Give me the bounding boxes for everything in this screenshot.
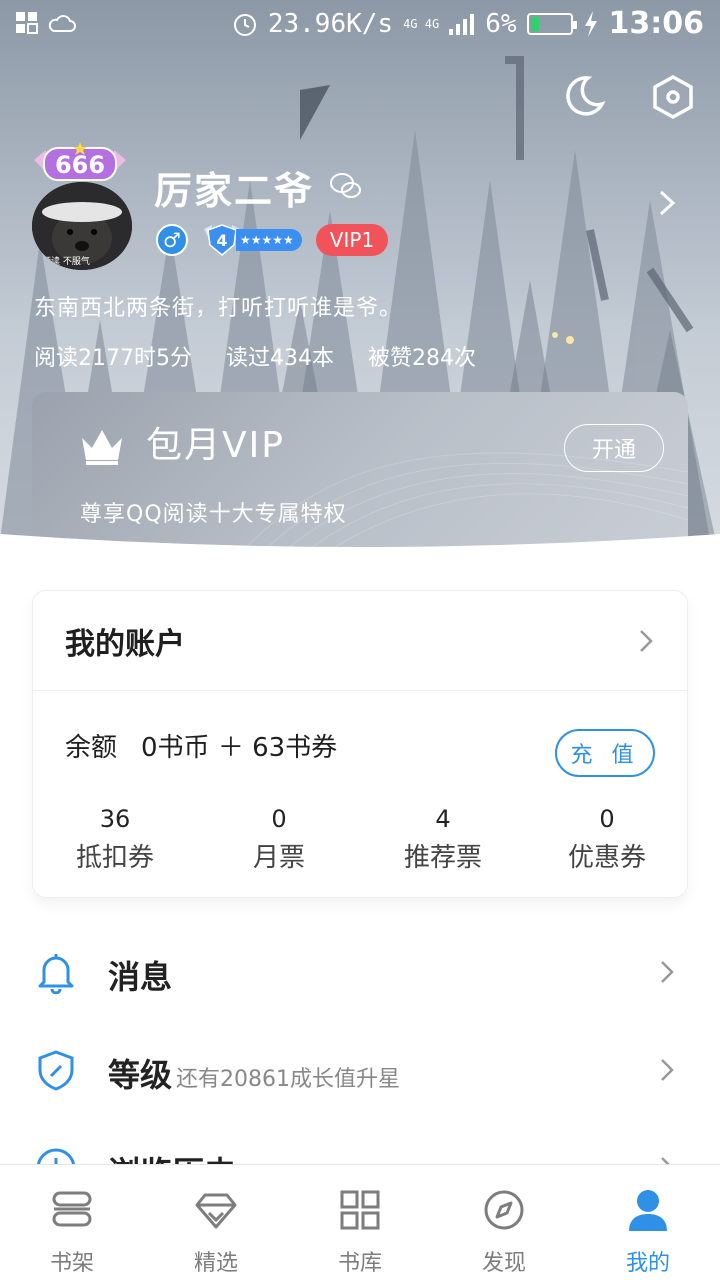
apps-grid-icon	[16, 12, 38, 34]
bell-icon	[38, 954, 74, 994]
tab-label: 发现	[481, 1251, 526, 1276]
chevron-right-icon	[640, 630, 653, 652]
grid-icon	[340, 1190, 380, 1230]
avatar-badge-text: 666	[55, 151, 105, 179]
account-card: 我的账户 余额 0书币 ＋ 63书券 充 值 36 抵扣券 0 月票 4 推荐票…	[32, 590, 688, 898]
gender-male-icon: ♂	[156, 224, 188, 256]
bookshelf-icon	[52, 1191, 92, 1227]
stat-read-time: 阅读2177时5分	[34, 346, 192, 371]
tab-label: 书库	[337, 1251, 382, 1276]
account-header[interactable]: 我的账户	[33, 591, 687, 691]
chevron-right-icon	[661, 1059, 674, 1081]
account-item-label: 推荐票	[403, 843, 482, 873]
tab-label: 书架	[49, 1251, 94, 1276]
wechat-icon	[330, 173, 361, 198]
avatar-666-badge: 666	[30, 142, 130, 186]
account-item-label: 月票	[252, 843, 305, 873]
network-type: 4G 4G	[403, 16, 440, 31]
tab-label: 我的	[625, 1251, 670, 1276]
shield-level-icon	[38, 1050, 74, 1091]
username[interactable]: 厉家二爷	[154, 160, 314, 215]
tab-label: 精选	[193, 1251, 238, 1276]
menu-row-level[interactable]: 等级 还有20861成长值升星	[0, 1024, 720, 1114]
tab-library[interactable]: 书库	[288, 1165, 432, 1280]
tab-featured[interactable]: 精选	[144, 1165, 288, 1280]
menu-row-messages[interactable]: 消息	[0, 928, 720, 1018]
tab-mine[interactable]: 我的	[576, 1165, 720, 1280]
diamond-icon	[195, 1193, 237, 1229]
vip-level-badge[interactable]: VIP1	[315, 224, 389, 256]
header-curve	[0, 534, 720, 580]
account-item-number: 36	[99, 805, 131, 833]
account-item-recommend-tickets[interactable]: 4 推荐票	[361, 805, 525, 874]
balance-label: 余额	[65, 733, 118, 763]
vip-open-button[interactable]: 开通	[564, 424, 664, 472]
level-badge[interactable]: 4 ★★★★★	[202, 224, 302, 256]
account-item-discount-coupons[interactable]: 0 优惠券	[525, 805, 689, 874]
compass-icon	[484, 1190, 524, 1230]
bottom-tab-bar: 书架 精选 书库 发现 我的	[0, 1164, 720, 1280]
alarm-icon	[233, 13, 256, 36]
profile-stats: 阅读2177时5分 读过434本 被赞284次	[34, 340, 476, 372]
account-item-number: 4	[435, 805, 451, 833]
tab-bookshelf[interactable]: 书架	[0, 1165, 144, 1280]
account-item-number: 0	[599, 805, 615, 833]
recharge-button[interactable]: 充 值	[555, 729, 655, 777]
account-title: 我的账户	[65, 626, 185, 662]
account-balance: 余额 0书币 ＋ 63书券	[65, 727, 337, 764]
chevron-right-icon	[661, 961, 674, 983]
vip-title: 包月VIP	[146, 425, 285, 466]
battery-percent: 6%	[485, 8, 517, 39]
clock: 13:06	[608, 6, 705, 41]
level-number: 4	[216, 231, 227, 250]
stat-books-read: 读过434本	[226, 346, 334, 371]
crown-icon	[82, 430, 122, 465]
avatar[interactable]: 洒读 不服气 666	[26, 142, 138, 270]
avatar-caption: 洒读 不服气	[42, 257, 90, 267]
tab-discover[interactable]: 发现	[432, 1165, 576, 1280]
menu-messages-label: 消息	[108, 958, 173, 996]
account-item-label: 抵扣券	[75, 843, 154, 873]
night-mode-icon[interactable]	[560, 74, 606, 120]
network-speed: 23.96K/s	[267, 8, 394, 39]
signal-icon	[449, 13, 475, 35]
profile-chevron-right-icon[interactable]	[656, 188, 678, 218]
battery-icon	[526, 12, 577, 35]
status-bar: 23.96K/s 4G 4G 6% 13:06	[0, 0, 720, 50]
user-icon	[629, 1190, 667, 1231]
stat-likes: 被赞284次	[368, 346, 476, 371]
menu-level-label: 等级	[108, 1056, 173, 1094]
cloud-icon	[48, 15, 76, 32]
account-item-label: 优惠券	[567, 843, 646, 873]
account-item-deduction-coupons[interactable]: 36 抵扣券	[33, 805, 197, 874]
balance-value: 0书币 ＋ 63书券	[141, 733, 338, 763]
profile-motto: 东南西北两条街，打听打听谁是爷。	[34, 296, 403, 321]
charging-icon	[584, 10, 597, 37]
settings-icon[interactable]	[650, 74, 696, 120]
account-item-monthly-tickets[interactable]: 0 月票	[197, 805, 361, 874]
avatar-image: 洒读 不服气	[32, 182, 132, 270]
account-item-number: 0	[271, 805, 287, 833]
menu-level-hint: 还有20861成长值升星	[176, 1067, 401, 1092]
level-stars: ★★★★★	[236, 229, 302, 251]
